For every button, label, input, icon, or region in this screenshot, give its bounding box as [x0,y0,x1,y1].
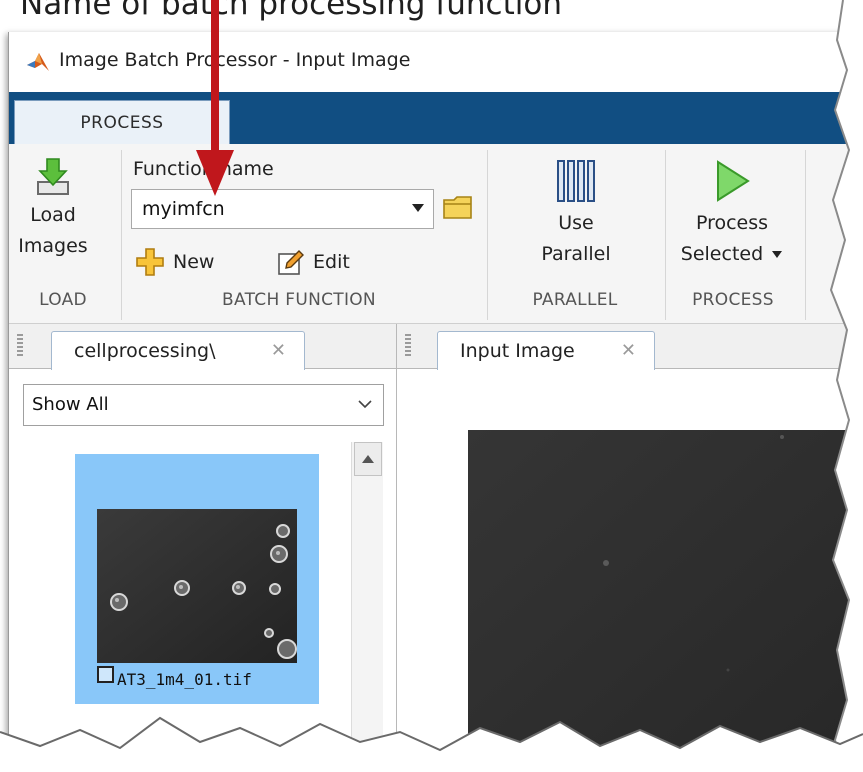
browser-tab-label: cellprocessing\ [74,340,216,362]
drag-grip-icon[interactable] [17,334,23,358]
group-label-batch-function: BATCH FUNCTION [222,290,376,310]
process-label-line2-row: Selected [673,239,791,270]
process-label-line1: Process [695,212,769,234]
parallel-label-line2: Parallel [541,243,611,265]
torn-edge-decoration [829,0,863,772]
tab-input-image[interactable]: Input Image ✕ [437,331,655,370]
pencil-icon [278,250,304,275]
edit-label: Edit [313,251,350,273]
thumbnail-item[interactable]: AT3_1m4_01.tif [75,454,319,704]
process-selected-button[interactable]: Process Selected [673,158,791,270]
group-divider [487,150,488,320]
ribbon-tab-strip: PROCESS [9,92,863,144]
chevron-down-icon [412,204,424,212]
use-parallel-button[interactable]: Use Parallel [517,158,635,270]
process-label-line2: Selected [680,243,764,265]
app-window: Image Batch Processor - Input Image PROC… [8,32,863,772]
new-label: New [173,251,215,273]
play-icon [717,160,750,202]
load-label-line2: Images [18,235,88,257]
figure-caption: Name of batch processing function [20,0,562,22]
thumbnail-checkbox[interactable] [97,666,114,683]
load-images-button[interactable]: Load Images [13,156,93,262]
download-icon [37,158,69,195]
group-label-parallel: PARALLEL [532,290,618,310]
title-bar: Image Batch Processor - Input Image [9,32,863,92]
close-icon[interactable]: ✕ [271,340,286,361]
scroll-up-button[interactable] [354,442,382,476]
annotation-arrow-icon [196,0,234,196]
viewer-tab-bar: Input Image ✕ [397,324,863,370]
cell-image-thumbnail [97,509,297,663]
group-label-process: PROCESS [692,290,774,310]
load-label-line1: Load [30,204,76,226]
chevron-down-icon [358,400,372,409]
function-name-value: myimfcn [142,198,225,220]
group-label-load: LOAD [39,290,87,310]
function-name-dropdown[interactable]: myimfcn [131,189,434,229]
close-icon[interactable]: ✕ [621,340,636,361]
matlab-logo-icon [27,53,49,71]
folder-icon[interactable] [441,190,475,224]
new-function-button[interactable]: New [135,245,214,279]
plus-icon [136,248,164,276]
edit-function-button[interactable]: Edit [277,245,350,279]
tab-cellprocessing[interactable]: cellprocessing\ ✕ [51,331,305,370]
group-divider [665,150,666,320]
show-filter-value: Show All [32,394,109,415]
chevron-down-icon [772,251,783,258]
parallel-bars-icon [557,160,595,202]
browser-tab-bar: cellprocessing\ ✕ [9,324,396,370]
ribbon-toolbar: Load Images LOAD Function name myimfcn N… [9,144,863,324]
triangle-up-icon [362,455,374,463]
parallel-label-line1: Use [558,212,594,234]
show-filter-dropdown[interactable]: Show All [23,384,384,426]
group-divider [805,150,806,320]
viewer-tab-label: Input Image [460,340,575,362]
drag-grip-icon[interactable] [405,334,411,358]
group-divider [121,150,122,320]
thumbnail-filename: AT3_1m4_01.tif [117,670,252,689]
torn-edge-decoration [0,716,863,772]
